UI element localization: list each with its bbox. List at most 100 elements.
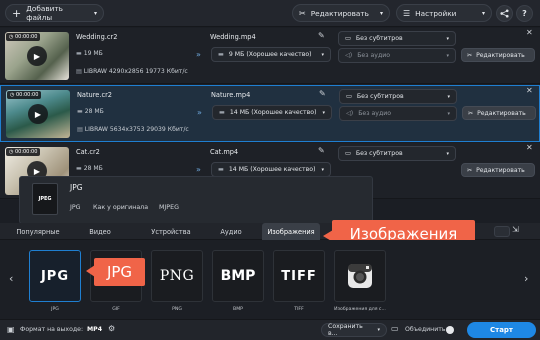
file-row-nature[interactable]: ◷ 00:00:00 ▶ Nature.cr2 ▬ 28 МБ ▤ LIBRAW… (0, 85, 540, 142)
output-filename: Cat.mp4 (210, 148, 239, 156)
chevron-down-icon: ▾ (379, 9, 383, 17)
source-info: ▤ LIBRAW 5634x3753 29039 Кбит/с (77, 126, 189, 133)
search-field[interactable] (494, 226, 510, 237)
tab-popular[interactable]: Популярные (10, 223, 66, 240)
timecode-badge: ◷ 00:00:00 (7, 91, 42, 99)
format-bmp[interactable]: BMP (212, 250, 264, 302)
camera-icon (348, 264, 372, 288)
format-label-jpg: JPG (51, 307, 59, 312)
chevron-down-icon: ▾ (321, 51, 324, 58)
chevron-down-icon: ▾ (446, 52, 449, 59)
output-quality-dropdown[interactable]: ▬ 14 МБ (Хорошее качество) ▾ (212, 105, 332, 120)
format-png[interactable]: PNG (151, 250, 203, 302)
subtitles-dropdown[interactable]: ▭ Без субтитров ▾ (338, 31, 456, 46)
source-size: ▬ 19 МБ (76, 50, 103, 57)
tab-images[interactable]: Изображения (262, 223, 320, 240)
file-row-wedding[interactable]: ◷ 00:00:00 ▶ Wedding.cr2 ▬ 19 МБ ▤ LIBRA… (0, 28, 540, 84)
subtitles-icon: ▭ (345, 150, 351, 157)
plus-icon: + (12, 6, 22, 20)
format-preset-popup: JPEG JPG JPG Как у оригинала MJPEG (19, 176, 373, 224)
jpeg-file-icon: JPEG (32, 183, 58, 215)
format-label-tiff: TIFF (294, 307, 304, 312)
merge-toggle[interactable] (446, 326, 454, 334)
close-icon[interactable]: ✕ (526, 28, 533, 37)
top-toolbar: + Добавить файлы ▾ ✂ Редактировать ▾ ☰ Н… (0, 0, 540, 27)
source-filename: Nature.cr2 (77, 91, 112, 99)
video-thumbnail[interactable]: ◷ 00:00:00 ▶ (5, 32, 69, 80)
rename-pencil-icon[interactable]: ✎ (318, 31, 325, 40)
edit-menu-label: Редактировать (310, 8, 369, 18)
audio-icon: ◁) (345, 52, 353, 59)
close-icon[interactable]: ✕ (526, 143, 533, 152)
add-files-label: Добавить файлы (26, 4, 63, 22)
tab-audio[interactable]: Аудио (212, 223, 250, 240)
save-to-dropdown[interactable]: Сохранить в... ▾ (321, 323, 387, 337)
play-icon[interactable]: ▶ (27, 46, 47, 66)
edit-file-button[interactable]: ✂ Редактировать (462, 106, 536, 120)
output-format-label: Формат на выходе: (20, 326, 84, 333)
jpg-format-callout: JPG (94, 258, 145, 286)
format-social-images[interactable] (334, 250, 386, 302)
play-icon[interactable]: ▶ (28, 104, 48, 124)
chevron-down-icon: ▾ (446, 35, 449, 42)
subtitles-dropdown[interactable]: ▭ Без субтитров ▾ (339, 89, 457, 104)
scissors-icon: ✂ (468, 109, 474, 117)
folder-icon: ▬ (219, 109, 225, 116)
scissors-icon: ✂ (467, 166, 473, 174)
folder-icon[interactable]: ▭ (391, 324, 399, 333)
rename-pencil-icon[interactable]: ✎ (319, 89, 326, 98)
export-icon[interactable]: ⇲ (512, 225, 519, 234)
folder-icon: ▬ (218, 51, 224, 58)
rename-pencil-icon[interactable]: ✎ (318, 146, 325, 155)
subtitles-icon: ▭ (345, 35, 351, 42)
chevron-down-icon: ▾ (322, 109, 325, 116)
folder-icon: ▬ (76, 165, 82, 172)
share-button[interactable] (496, 5, 513, 22)
tab-video[interactable]: Видео (82, 223, 118, 240)
preset-option-jpg[interactable]: JPG (70, 204, 81, 211)
subtitles-dropdown[interactable]: ▭ Без субтитров ▾ (338, 146, 456, 161)
audio-dropdown[interactable]: ◁) Без аудио ▾ (339, 106, 457, 121)
start-button[interactable]: Старт (467, 322, 536, 338)
settings-menu-label: Настройки (415, 8, 457, 18)
format-label-social: Изображения для с... (334, 307, 386, 312)
timecode-badge: ◷ 00:00:00 (6, 33, 41, 41)
output-format-value[interactable]: MP4 (87, 326, 102, 333)
format-gallery: ‹ JPG JPG GIF PNG PNG BMP BMP TIFF TIFF … (0, 240, 540, 319)
tab-devices[interactable]: Устройства (141, 223, 201, 240)
convert-arrows-icon: » (196, 165, 201, 174)
add-files-button[interactable]: + Добавить файлы ▾ (5, 4, 104, 22)
edit-menu-button[interactable]: ✂ Редактировать ▾ (292, 4, 390, 22)
edit-file-button[interactable]: ✂ Редактировать (461, 163, 535, 177)
settings-icon: ☰ (403, 8, 411, 18)
edit-file-button[interactable]: ✂ Редактировать (461, 48, 535, 62)
output-filename: Nature.mp4 (211, 91, 251, 99)
source-size: ▬ 28 МБ (76, 165, 103, 172)
chevron-down-icon: ▾ (321, 166, 324, 173)
folder-icon: ▬ (77, 108, 83, 115)
format-tiff[interactable]: TIFF (273, 250, 325, 302)
film-icon: ▤ (76, 68, 82, 75)
scroll-left-arrow-icon[interactable]: ‹ (9, 272, 13, 285)
video-thumbnail[interactable]: ◷ 00:00:00 ▶ (6, 90, 70, 138)
share-icon (500, 9, 509, 18)
source-size: ▬ 28 МБ (77, 108, 104, 115)
output-quality-dropdown[interactable]: ▬ 14 МБ (Хорошее качество) ▾ (211, 162, 331, 177)
preset-option-original[interactable]: Как у оригинала (93, 204, 148, 211)
gear-icon[interactable]: ⚙ (108, 324, 115, 333)
close-icon[interactable]: ✕ (526, 86, 533, 95)
chevron-down-icon: ▾ (377, 327, 380, 333)
format-jpg[interactable]: JPG (29, 250, 81, 302)
audio-dropdown[interactable]: ◁) Без аудио ▾ (338, 48, 456, 63)
output-quality-dropdown[interactable]: ▬ 9 МБ (Хорошее качество) ▾ (211, 47, 331, 62)
settings-menu-button[interactable]: ☰ Настройки ▾ (396, 4, 492, 22)
scroll-right-arrow-icon[interactable]: › (524, 272, 528, 285)
chevron-down-icon: ▾ (447, 110, 450, 117)
audio-icon: ◁) (346, 110, 354, 117)
help-button[interactable]: ? (516, 5, 533, 22)
subtitles-icon: ▭ (346, 93, 352, 100)
merge-label: Объединить: (405, 326, 448, 333)
convert-arrows-icon: » (196, 50, 201, 59)
chevron-down-icon: ▾ (93, 9, 97, 17)
preset-option-mjpeg[interactable]: MJPEG (159, 204, 179, 211)
